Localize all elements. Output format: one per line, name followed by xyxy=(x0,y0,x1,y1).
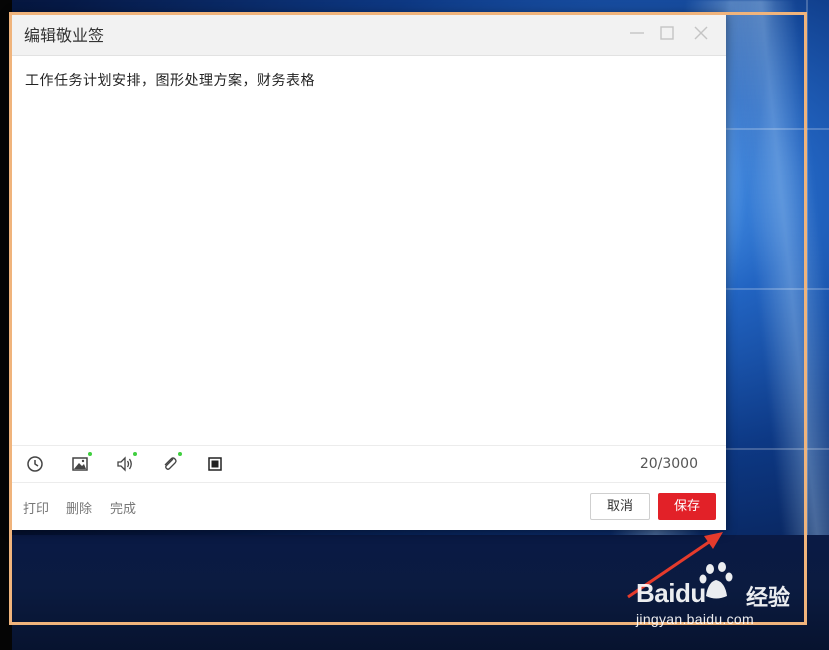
status-dot xyxy=(178,452,182,456)
editor-toolbar: 20/3000 xyxy=(11,445,726,483)
dialog-footer: 打印 删除 完成 取消 保存 xyxy=(11,482,726,530)
status-dot xyxy=(133,452,137,456)
paperclip-icon[interactable] xyxy=(160,452,182,474)
character-counter: 20/3000 xyxy=(639,456,698,472)
cancel-button[interactable]: 取消 xyxy=(590,493,650,520)
dialog-titlebar[interactable]: 编辑敬业签 xyxy=(11,12,726,56)
window-pane-line xyxy=(726,288,829,290)
baidu-jingyan-watermark: Baidu 经验 jingyan.baidu.com xyxy=(636,560,816,635)
save-button[interactable]: 保存 xyxy=(658,493,716,520)
note-editor[interactable]: 工作任务计划安排，图形处理方案，财务表格 xyxy=(25,70,715,440)
image-icon[interactable] xyxy=(70,452,92,474)
edit-note-dialog: 编辑敬业签 工作任务计划安排，图形处理方案，财务表格 20/3000 打印 删除… xyxy=(11,12,726,530)
watermark-cn: 经验 xyxy=(746,586,791,611)
window-pane-line xyxy=(726,128,829,130)
minimize-icon[interactable] xyxy=(627,23,647,43)
window-pane-line xyxy=(806,0,808,535)
delete-link[interactable]: 删除 xyxy=(66,498,92,517)
watermark-url: jingyan.baidu.com xyxy=(636,611,754,627)
watermark-brand: Baidu xyxy=(636,578,706,608)
close-icon[interactable] xyxy=(691,23,711,43)
window-pane-line xyxy=(726,448,829,450)
maximize-icon[interactable] xyxy=(657,23,677,43)
stop-square-icon[interactable] xyxy=(205,454,225,474)
note-content-text: 工作任务计划安排，图形处理方案，财务表格 xyxy=(25,73,315,89)
speaker-icon[interactable] xyxy=(115,452,137,474)
dialog-title: 编辑敬业签 xyxy=(24,26,105,45)
status-dot xyxy=(88,452,92,456)
clock-icon[interactable] xyxy=(25,454,45,474)
done-link[interactable]: 完成 xyxy=(110,498,136,517)
print-link[interactable]: 打印 xyxy=(23,498,49,517)
